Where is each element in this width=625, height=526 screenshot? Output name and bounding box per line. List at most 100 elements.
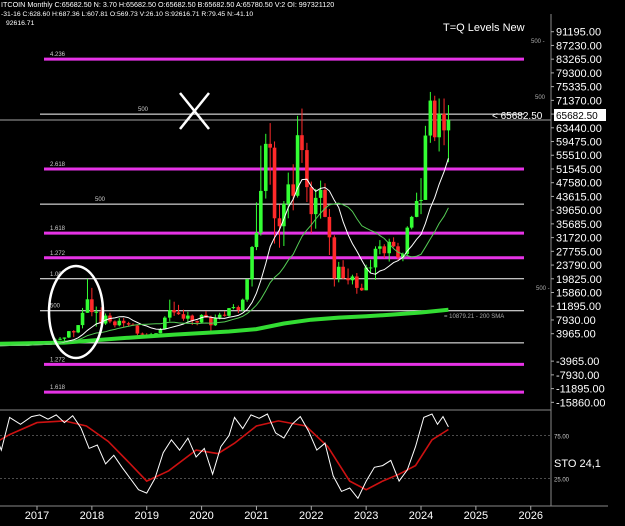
stoch-tick-label: 75.00: [554, 435, 570, 441]
chart-title: T=Q Levels New: [443, 22, 525, 34]
candle-body: [113, 321, 117, 326]
header-line-2: -31-16 C:628.60 H:687.36 L:607.81 O:569.…: [1, 11, 253, 18]
price-tick-label: 19825.00: [556, 274, 602, 286]
candle-body: [428, 100, 433, 136]
candle-body: [373, 248, 378, 268]
candle-body: [263, 143, 268, 191]
candle-body: [414, 200, 419, 217]
candle-body: [341, 266, 345, 279]
price-tick-label: 23790.00: [556, 260, 602, 272]
candle-body: [199, 314, 204, 323]
price-tick-label: 91195.00: [556, 27, 601, 39]
level-label: 4.236: [50, 52, 66, 58]
candle-body: [80, 312, 85, 326]
edge-mark-3: 500 -: [536, 286, 550, 292]
candle-body: [318, 189, 323, 198]
price-tick-label: -15860.00: [556, 397, 606, 409]
level-label: 500: [95, 197, 106, 203]
candle-body: [346, 278, 350, 281]
candle-body: [446, 120, 451, 131]
candle-body: [423, 135, 428, 200]
price-tick-label: -11895.00: [556, 384, 605, 396]
current-price-value: 65682.50: [556, 111, 598, 122]
level-label: 1.618: [50, 226, 66, 232]
candle-body: [126, 323, 131, 325]
candle-body: [176, 312, 181, 315]
price-tick-label: 11895.00: [556, 301, 601, 313]
price-tick-label: 43615.00: [556, 191, 602, 203]
time-tick-label: 2022: [299, 510, 323, 522]
candle-body: [254, 232, 259, 248]
level-label: 1.618: [50, 385, 66, 391]
candle-body: [300, 135, 304, 151]
time-tick-label: 2025: [464, 510, 488, 522]
candle-body: [268, 143, 272, 148]
level-label: 2.618: [50, 162, 66, 168]
price-tick-label: 15860.00: [556, 288, 602, 300]
candle-body: [172, 310, 176, 313]
price-tick-label: 3965.00: [556, 329, 596, 341]
edge-mark-2: 500: [535, 95, 546, 101]
candle-body: [391, 241, 396, 247]
candle-body: [409, 216, 414, 228]
stochastic-label: STO 24,1: [554, 458, 601, 470]
price-tick-label: 79300.00: [556, 68, 602, 80]
candle-body: [222, 314, 227, 316]
candle-body: [359, 287, 364, 291]
candle-body: [217, 314, 222, 318]
candle-body: [135, 325, 140, 334]
time-tick-label: 2020: [189, 510, 213, 522]
candle-body: [227, 308, 231, 316]
candle-body: [67, 331, 71, 338]
level-label: 500: [50, 304, 61, 310]
candle-body: [442, 113, 446, 131]
time-tick-label: 2026: [518, 510, 542, 522]
candle-body: [90, 299, 94, 313]
bitcoin-monthly-chart: 4.2365002.6185001.6181.2721.005001.2721.…: [0, 0, 625, 526]
price-tick-label: 63440.00: [556, 123, 602, 135]
edge-mark-1: 500 -: [531, 39, 545, 45]
candle-body: [62, 337, 67, 339]
candle-body: [250, 247, 254, 280]
candle-body: [323, 189, 327, 217]
candle-body: [350, 276, 355, 281]
candle-body: [437, 113, 441, 138]
time-tick-label: 2023: [354, 510, 378, 522]
candle-body: [85, 299, 90, 313]
level-label: 1.272: [50, 357, 66, 363]
candle-body: [432, 100, 437, 138]
candle-body: [121, 320, 126, 324]
candle-body: [117, 320, 122, 326]
price-tick-label: 27755.00: [556, 246, 602, 258]
candle-body: [382, 246, 387, 254]
candle-body: [231, 307, 236, 309]
time-tick-label: 2021: [244, 510, 268, 522]
candle-body: [140, 333, 145, 335]
candle-body: [272, 147, 277, 219]
sma-label: = 10879.21 - 200 SMA: [444, 314, 504, 320]
price-tick-label: 35685.00: [556, 219, 602, 231]
candle-body: [355, 276, 359, 288]
price-tick-label: 59475.00: [556, 137, 602, 149]
price-marker-label: < 65682.50: [492, 111, 543, 122]
candle-body: [195, 321, 199, 323]
price-tick-label: 71370.00: [556, 95, 602, 107]
price-tick-label: 55510.00: [556, 150, 602, 162]
level-label: 500: [138, 107, 149, 113]
level-label: 1.272: [50, 251, 66, 257]
candle-body: [213, 317, 218, 326]
price-tick-label: 83265.00: [556, 54, 602, 66]
candle-body: [181, 314, 186, 319]
price-tick-label: -7930.00: [556, 370, 599, 382]
candle-body: [309, 187, 314, 215]
price-tick-label: 31720.00: [556, 233, 602, 245]
chart-background: [0, 0, 625, 526]
candle-body: [277, 218, 282, 227]
candle-body: [291, 184, 295, 196]
candle-body: [368, 267, 373, 269]
candle-body: [209, 317, 213, 326]
candle-body: [419, 199, 423, 201]
candle-body: [378, 246, 382, 249]
candle-body: [94, 311, 99, 313]
candle-body: [240, 299, 245, 311]
